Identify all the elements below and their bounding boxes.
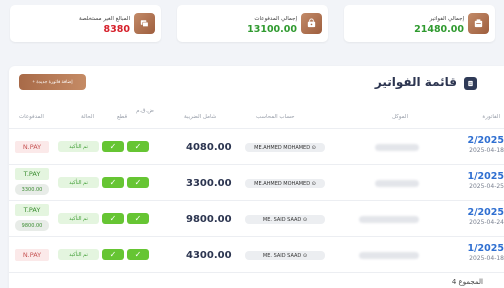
card-value: 13100.00 xyxy=(247,24,297,35)
pm-check-button[interactable]: ✓ xyxy=(127,213,149,224)
card-label: إجمالي الفواتير xyxy=(429,16,464,22)
accountant-chip: ME. SAID SAAD ⊙ xyxy=(245,215,325,224)
invoice-icon xyxy=(468,13,489,34)
table-row[interactable]: 2/2025 2025-04-18 ME.AHMED MOHAMED ⊙ 408… xyxy=(9,129,504,165)
pm-check-button[interactable]: ✓ xyxy=(127,249,149,260)
col-client: الموكل xyxy=(391,114,408,120)
status-badge: تم التأكيد xyxy=(58,213,99,224)
table-header: الفاتورة الموكل حساب المحاسب شامل الضريب… xyxy=(9,105,504,129)
summary-card-unextracted: المبالغ الغير مستخلصة 8380 xyxy=(10,5,161,42)
amount-with-tax: 4300.00 xyxy=(186,250,232,261)
page-title: قائمة الفواتير xyxy=(374,75,457,89)
accountant-chip: ME.AHMED MOHAMED ⊙ xyxy=(245,143,325,152)
client-name-redacted xyxy=(359,252,419,259)
invoice-list-panel: + إضافة فاتورة جديدة قائمة الفواتير الفا… xyxy=(9,66,504,288)
table-row[interactable]: 1/2025 2025-04-18 ME. SAID SAAD ⊙ 4300.0… xyxy=(9,237,504,273)
invoice-date: 2025-04-24 xyxy=(469,219,504,226)
invoice-cell: 1/2025 2025-04-25 xyxy=(467,171,504,190)
document-icon xyxy=(464,77,477,90)
invoice-number[interactable]: 2/2025 xyxy=(467,135,504,146)
col-amount: شامل الضريبة xyxy=(184,114,217,120)
invoice-number[interactable]: 2/2025 xyxy=(467,207,504,218)
col-accountant: حساب المحاسب xyxy=(256,114,295,120)
col-cut: قطع xyxy=(117,114,128,120)
summary-card-total-invoices: إجمالي الفواتير 21480.00 xyxy=(344,5,495,42)
payment-badge: N.PAY xyxy=(15,141,49,153)
col-invoice: الفاتورة xyxy=(482,114,500,120)
invoice-date: 2025-04-18 xyxy=(469,147,504,154)
money-icon xyxy=(134,13,155,34)
invoice-number[interactable]: 1/2025 xyxy=(467,243,504,254)
amount-with-tax: 9800.00 xyxy=(186,214,232,225)
client-name-redacted xyxy=(359,216,419,223)
client-name-redacted xyxy=(375,144,419,151)
client-name-redacted xyxy=(375,180,419,187)
status-badge: تم التأكيد xyxy=(58,249,99,260)
table-row[interactable]: 2/2025 2025-04-24 ME. SAID SAAD ⊙ 9800.0… xyxy=(9,201,504,237)
pm-check-button[interactable]: ✓ xyxy=(127,141,149,152)
card-value: 8380 xyxy=(103,24,130,35)
payment-amount: 9800.00 xyxy=(15,220,49,231)
payment-badge: T.PAY xyxy=(15,168,49,180)
wallet-icon xyxy=(301,13,322,34)
table-row[interactable]: 1/2025 2025-04-25 ME.AHMED MOHAMED ⊙ 330… xyxy=(9,165,504,201)
status-badge: تم التأكيد xyxy=(58,141,99,152)
invoice-number[interactable]: 1/2025 xyxy=(467,171,504,182)
invoice-cell: 1/2025 2025-04-18 xyxy=(467,243,504,262)
col-pm: ض.ق.م xyxy=(136,108,154,114)
payment-badge: T.PAY xyxy=(15,204,49,216)
table-total-count: 4 المجموع xyxy=(451,278,483,286)
invoice-date: 2025-04-25 xyxy=(469,183,504,190)
card-label: إجمالي المدفوعات xyxy=(254,16,297,22)
invoice-date: 2025-04-18 xyxy=(469,255,504,262)
accountant-chip: ME.AHMED MOHAMED ⊙ xyxy=(245,179,325,188)
payment-amount: 3300.00 xyxy=(15,184,49,195)
add-invoice-button[interactable]: + إضافة فاتورة جديدة xyxy=(19,74,86,90)
status-badge: تم التأكيد xyxy=(58,177,99,188)
invoice-cell: 2/2025 2025-04-18 xyxy=(467,135,504,154)
accountant-chip: ME. SAID SAAD ⊙ xyxy=(245,251,325,260)
cut-check-button[interactable]: ✓ xyxy=(102,249,124,260)
col-status: الحالة xyxy=(81,114,95,120)
card-label: المبالغ الغير مستخلصة xyxy=(79,16,130,22)
payment-badge: N.PAY xyxy=(15,249,49,261)
summary-card-total-payments: إجمالي المدفوعات 13100.00 xyxy=(177,5,328,42)
cut-check-button[interactable]: ✓ xyxy=(102,177,124,188)
amount-with-tax: 4080.00 xyxy=(186,142,232,153)
card-value: 21480.00 xyxy=(414,24,464,35)
amount-with-tax: 3300.00 xyxy=(186,178,232,189)
col-payments: المدفوعات xyxy=(19,114,44,120)
cut-check-button[interactable]: ✓ xyxy=(102,141,124,152)
invoice-cell: 2/2025 2025-04-24 xyxy=(467,207,504,226)
pm-check-button[interactable]: ✓ xyxy=(127,177,149,188)
cut-check-button[interactable]: ✓ xyxy=(102,213,124,224)
